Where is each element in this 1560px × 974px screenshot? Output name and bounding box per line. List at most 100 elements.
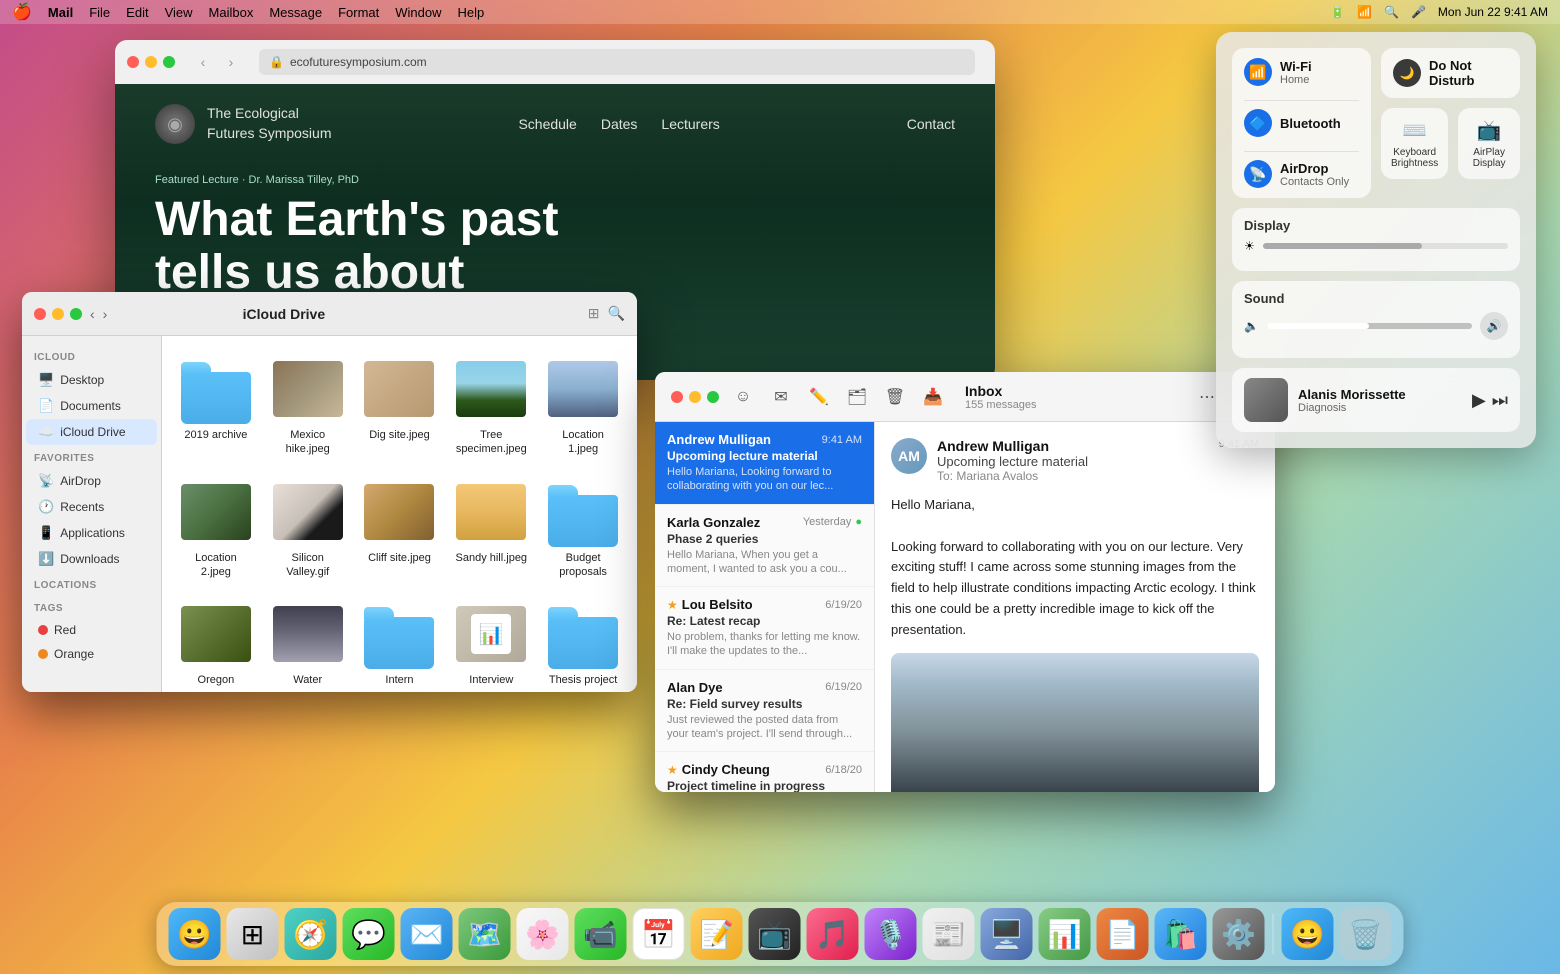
menubar-view[interactable]: View: [165, 5, 193, 20]
file-item-cliff-site[interactable]: Cliff site.jpeg: [358, 471, 442, 586]
dock-appletv[interactable]: 📺: [749, 908, 801, 960]
dock-finder[interactable]: 😀: [169, 908, 221, 960]
sidebar-item-desktop[interactable]: 🖥️ Desktop: [26, 367, 157, 393]
dock-pages[interactable]: 📄: [1097, 908, 1149, 960]
dock-finder-2[interactable]: 😀: [1282, 908, 1334, 960]
cc-airdrop-row[interactable]: 📡 AirDrop Contacts Only: [1244, 160, 1359, 188]
dock-numbers[interactable]: 📊: [1039, 908, 1091, 960]
site-nav-schedule[interactable]: Schedule: [518, 116, 576, 132]
menubar-file[interactable]: File: [89, 5, 110, 20]
dock-keynote[interactable]: 🖥️: [981, 908, 1033, 960]
file-item-mexico-hike[interactable]: Mexico hike.jpeg: [266, 348, 350, 463]
sidebar-item-airdrop[interactable]: 📡 AirDrop: [26, 468, 157, 494]
browser-minimize-button[interactable]: [145, 56, 157, 68]
mail-archive-button[interactable]: 🗂: [843, 383, 871, 411]
file-item-interview[interactable]: 📊 Interview: [449, 593, 533, 692]
mail-maximize-button[interactable]: [707, 391, 719, 403]
file-item-silicon-valley[interactable]: Silicon Valley.gif: [266, 471, 350, 586]
sidebar-item-downloads[interactable]: ⬇️ Downloads: [26, 546, 157, 572]
cc-keyboard-brightness-card[interactable]: ⌨️ Keyboard Brightness: [1381, 108, 1448, 179]
menubar-help[interactable]: Help: [458, 5, 485, 20]
menubar-message[interactable]: Message: [269, 5, 322, 20]
finder-view-options-icon[interactable]: ⊞: [588, 305, 600, 322]
menubar-mailbox[interactable]: Mailbox: [209, 5, 254, 20]
mail-item-cindy-cheung[interactable]: ★ Cindy Cheung 6/18/20 Project timeline …: [655, 752, 874, 792]
file-item-dig-site[interactable]: Dig site.jpeg: [358, 348, 442, 463]
menubar-search-icon[interactable]: 🔍: [1384, 5, 1399, 19]
finder-minimize-button[interactable]: [52, 308, 64, 320]
finder-search-icon[interactable]: 🔍: [608, 305, 625, 322]
dock-notes[interactable]: 📝: [691, 908, 743, 960]
dock-photos[interactable]: 🌸: [517, 908, 569, 960]
finder-back-button[interactable]: ‹: [90, 306, 95, 322]
browser-close-button[interactable]: [127, 56, 139, 68]
dock-news[interactable]: 📰: [923, 908, 975, 960]
cc-sound-button[interactable]: 🔊: [1480, 312, 1508, 340]
dock-mail[interactable]: ✉️: [401, 908, 453, 960]
sidebar-item-recents[interactable]: 🕐 Recents: [26, 494, 157, 520]
sidebar-item-tag-orange[interactable]: Orange: [26, 642, 157, 666]
dock-trash[interactable]: 🗑️: [1340, 908, 1392, 960]
file-item-location-1[interactable]: Location 1.jpeg: [541, 348, 625, 463]
menubar-format[interactable]: Format: [338, 5, 379, 20]
mail-smiley-button[interactable]: ☺: [729, 383, 757, 411]
site-nav-dates[interactable]: Dates: [601, 116, 638, 132]
sidebar-item-tag-red[interactable]: Red: [26, 618, 157, 642]
dock-appstore[interactable]: 🛍️: [1155, 908, 1207, 960]
sidebar-item-applications[interactable]: 📱 Applications: [26, 520, 157, 546]
file-item-tree-specimen[interactable]: Tree specimen.jpeg: [449, 348, 533, 463]
mail-item-andrew-mulligan[interactable]: Andrew Mulligan 9:41 AM Upcoming lecture…: [655, 422, 874, 505]
mail-item-alan-dye[interactable]: Alan Dye 6/19/20 Re: Field survey result…: [655, 670, 874, 753]
cc-wifi-row[interactable]: 📶 Wi-Fi Home: [1244, 58, 1359, 86]
file-item-2019-archive[interactable]: 2019 archive: [174, 348, 258, 463]
browser-maximize-button[interactable]: [163, 56, 175, 68]
finder-forward-button[interactable]: ›: [103, 306, 108, 322]
file-item-water[interactable]: Water: [266, 593, 350, 692]
site-nav-lecturers[interactable]: Lecturers: [661, 116, 719, 132]
cc-dnd-card[interactable]: 🌙 Do NotDisturb: [1381, 48, 1520, 98]
mail-compose-button[interactable]: ✉: [767, 383, 795, 411]
browser-back-button[interactable]: ‹: [191, 50, 215, 74]
skip-forward-button[interactable]: ⏭: [1492, 390, 1508, 411]
mail-move-button[interactable]: 📥: [919, 383, 947, 411]
finder-close-button[interactable]: [34, 308, 46, 320]
cc-dnd-row[interactable]: 🌙 Do NotDisturb: [1393, 58, 1508, 88]
mail-edit-button[interactable]: ✏️: [805, 383, 833, 411]
cc-bluetooth-row[interactable]: 🔷 Bluetooth: [1244, 109, 1359, 137]
play-pause-button[interactable]: ▶: [1472, 390, 1486, 411]
dock-messages[interactable]: 💬: [343, 908, 395, 960]
file-item-oregon[interactable]: Oregon: [174, 593, 258, 692]
browser-url-bar[interactable]: 🔒 ecofuturesymposium.com: [259, 49, 975, 75]
sidebar-item-icloud-drive[interactable]: ☁️ iCloud Drive: [26, 419, 157, 445]
menubar-edit[interactable]: Edit: [126, 5, 148, 20]
menubar-window[interactable]: Window: [395, 5, 441, 20]
mail-item-lou-belsito[interactable]: ★ Lou Belsito 6/19/20 Re: Latest recap N…: [655, 587, 874, 670]
dock-calendar[interactable]: 📅: [633, 908, 685, 960]
menubar-app-name[interactable]: Mail: [48, 5, 73, 20]
mail-delete-button[interactable]: 🗑: [881, 383, 909, 411]
menubar-siri-icon[interactable]: 🎤: [1411, 5, 1426, 19]
file-item-sandy-hill[interactable]: Sandy hill.jpeg: [449, 471, 533, 586]
cc-display-slider[interactable]: [1263, 243, 1508, 249]
menubar-wifi-icon[interactable]: 📶: [1357, 5, 1372, 19]
file-item-location-2[interactable]: Location 2.jpeg: [174, 471, 258, 586]
dock-sysprefs[interactable]: ⚙️: [1213, 908, 1265, 960]
browser-forward-button[interactable]: ›: [219, 50, 243, 74]
cc-airplay-display-card[interactable]: 📺 AirPlay Display: [1458, 108, 1520, 179]
apple-menu[interactable]: 🍎: [12, 2, 32, 22]
dock-safari[interactable]: 🧭: [285, 908, 337, 960]
dock-facetime[interactable]: 📹: [575, 908, 627, 960]
file-item-budget-proposals[interactable]: Budget proposals: [541, 471, 625, 586]
dock-podcasts[interactable]: 🎙️: [865, 908, 917, 960]
sidebar-item-documents[interactable]: 📄 Documents: [26, 393, 157, 419]
dock-maps[interactable]: 🗺️: [459, 908, 511, 960]
finder-maximize-button[interactable]: [70, 308, 82, 320]
cc-sound-slider[interactable]: [1267, 323, 1472, 329]
site-nav-contact[interactable]: Contact: [907, 116, 955, 132]
file-item-thesis-project[interactable]: Thesis project: [541, 593, 625, 692]
mail-item-karla-gonzalez[interactable]: Karla Gonzalez Yesterday ● Phase 2 queri…: [655, 505, 874, 588]
mail-close-button[interactable]: [671, 391, 683, 403]
mail-minimize-button[interactable]: [689, 391, 701, 403]
file-item-intern[interactable]: Intern: [358, 593, 442, 692]
dock-launchpad[interactable]: ⊞: [227, 908, 279, 960]
